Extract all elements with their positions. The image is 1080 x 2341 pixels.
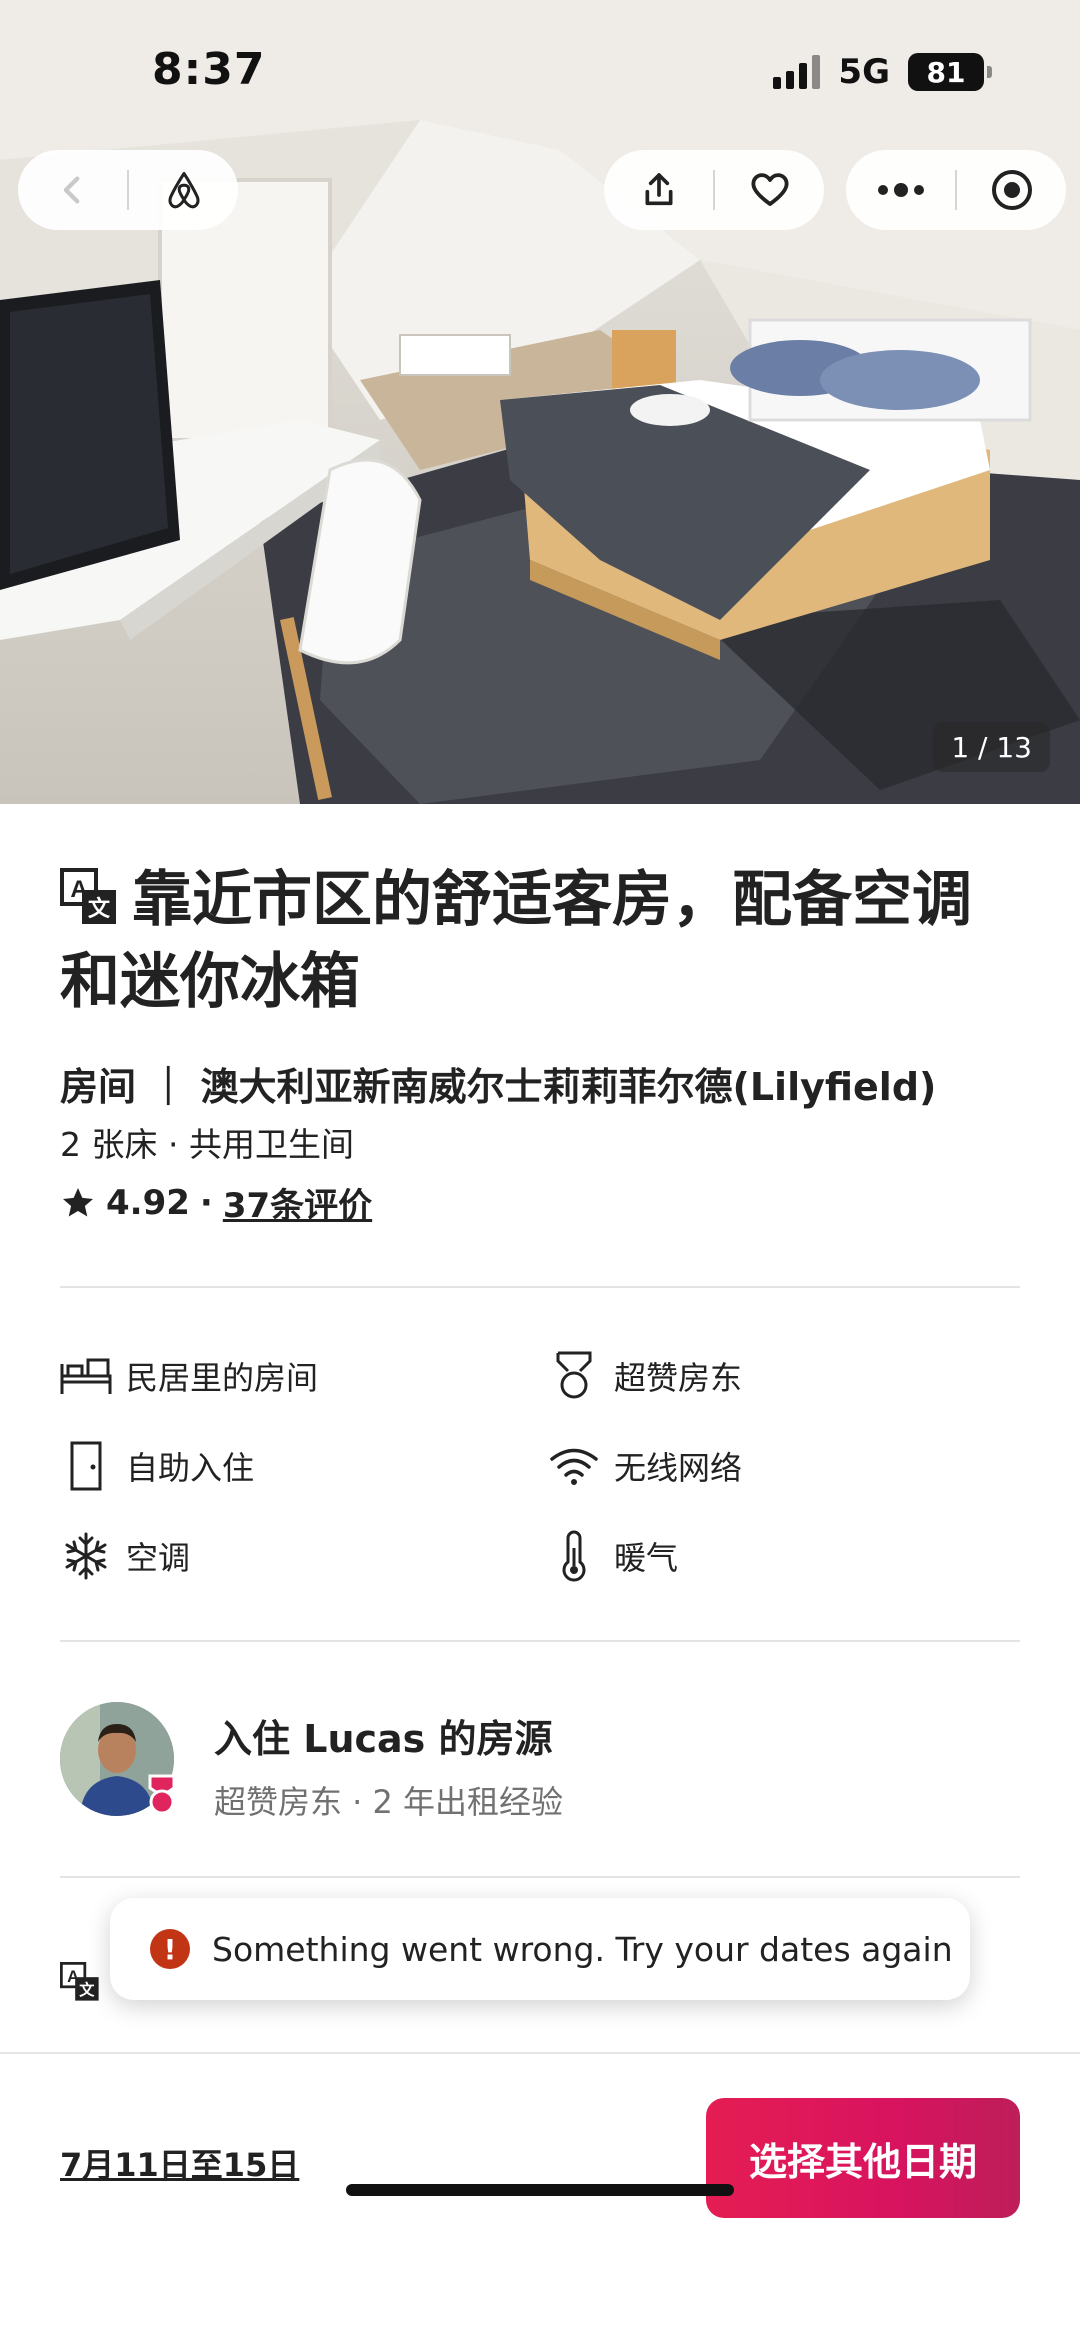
amenity-superhost: 超赞房东 bbox=[548, 1350, 742, 1402]
home-indicator[interactable] bbox=[346, 2184, 734, 2196]
amenity-label: 暖气 bbox=[614, 1539, 679, 1577]
superhost-badge-icon bbox=[148, 1774, 176, 1815]
rating-row: 4.92 · 37条评价 bbox=[60, 1178, 372, 1227]
booking-footer: 7月11日至15日 选择其他日期 bbox=[0, 2052, 1080, 2341]
rating-value: 4.92 bbox=[106, 1182, 190, 1223]
signal-icon bbox=[773, 55, 821, 89]
listing-photo[interactable]: 8:37 5G 81 1 / 13 bbox=[0, 0, 1080, 804]
thermometer-icon bbox=[548, 1530, 600, 1582]
svg-text:文: 文 bbox=[79, 1981, 95, 1999]
amenity-label: 无线网络 bbox=[614, 1449, 743, 1487]
status-indicators: 5G 81 bbox=[773, 52, 992, 92]
target-icon bbox=[991, 170, 1032, 210]
door-icon bbox=[60, 1440, 112, 1492]
miniprogram-pill bbox=[846, 150, 1066, 230]
rating-separator: · bbox=[199, 1182, 213, 1223]
divider bbox=[60, 1876, 1020, 1878]
amenity-self-checkin: 自助入住 bbox=[60, 1440, 254, 1492]
share-icon bbox=[645, 173, 672, 206]
selected-dates-link[interactable]: 7月11日至15日 bbox=[60, 2140, 299, 2186]
divider bbox=[60, 1640, 1020, 1642]
amenity-label: 民居里的房间 bbox=[126, 1359, 319, 1397]
more-dots-icon bbox=[877, 183, 924, 197]
back-button[interactable] bbox=[18, 150, 127, 230]
exit-button[interactable] bbox=[957, 150, 1066, 230]
amenity-room-in-home: 民居里的房间 bbox=[60, 1350, 318, 1402]
save-button[interactable] bbox=[715, 150, 824, 230]
more-button[interactable] bbox=[846, 150, 955, 230]
reviews-link[interactable]: 37条评价 bbox=[223, 1178, 372, 1227]
amenity-wifi: 无线网络 bbox=[548, 1440, 742, 1492]
battery-icon: 81 bbox=[908, 53, 992, 91]
error-toast[interactable]: ! Something went wrong. Try your dates a… bbox=[110, 1898, 970, 2000]
chevron-left-icon bbox=[63, 176, 79, 204]
translate-icon[interactable]: A 文 bbox=[60, 1962, 100, 2002]
listing-title: A 文 靠近市区的舒适客房，配备空调和迷你冰箱 bbox=[60, 862, 1020, 1020]
status-time: 8:37 bbox=[152, 44, 266, 95]
error-icon: ! bbox=[150, 1929, 190, 1969]
translate-icon[interactable]: A 文 bbox=[60, 868, 118, 944]
room-photo-illustration bbox=[0, 0, 1080, 804]
host-info: 入住 Lucas 的房源 超赞房东 · 2 年出租经验 bbox=[214, 1708, 563, 1823]
actions-pill bbox=[604, 150, 824, 230]
superhost-medal-icon bbox=[548, 1350, 600, 1402]
star-icon bbox=[63, 1187, 93, 1216]
listing-title-block: A 文 靠近市区的舒适客房，配备空调和迷你冰箱 bbox=[60, 862, 1020, 1020]
home-logo-button[interactable] bbox=[129, 150, 238, 230]
choose-other-dates-button[interactable]: 选择其他日期 bbox=[706, 2098, 1020, 2218]
photo-counter: 1 / 13 bbox=[933, 722, 1050, 772]
divider bbox=[60, 1286, 1020, 1288]
svg-text:文: 文 bbox=[88, 896, 111, 922]
amenity-label: 自助入住 bbox=[126, 1449, 255, 1487]
listing-title-text: 靠近市区的舒适客房，配备空调和迷你冰箱 bbox=[60, 865, 972, 1017]
amenity-heating: 暖气 bbox=[548, 1530, 678, 1582]
amenity-label: 超赞房东 bbox=[614, 1359, 743, 1397]
nav-pill bbox=[18, 150, 238, 230]
heart-icon bbox=[750, 173, 789, 206]
amenity-air-conditioning: 空调 bbox=[60, 1530, 190, 1582]
share-button[interactable] bbox=[604, 150, 713, 230]
airbnb-logo-icon bbox=[167, 171, 200, 209]
listing-meta: 2 张床 · 共用卫生间 bbox=[60, 1125, 354, 1164]
amenity-label: 空调 bbox=[126, 1539, 191, 1577]
snowflake-icon bbox=[60, 1530, 112, 1582]
host-title: 入住 Lucas 的房源 bbox=[214, 1717, 553, 1761]
network-type: 5G bbox=[838, 52, 890, 92]
wifi-icon bbox=[548, 1440, 600, 1492]
bed-icon bbox=[60, 1350, 112, 1402]
listing-subtitle: 房间 ｜ 澳大利亚新南威尔士莉莉菲尔德(Lilyfield) bbox=[60, 1065, 937, 1109]
host-subtitle: 超赞房东 · 2 年出租经验 bbox=[214, 1783, 564, 1821]
error-message: Something went wrong. Try your dates aga… bbox=[212, 1929, 953, 1969]
